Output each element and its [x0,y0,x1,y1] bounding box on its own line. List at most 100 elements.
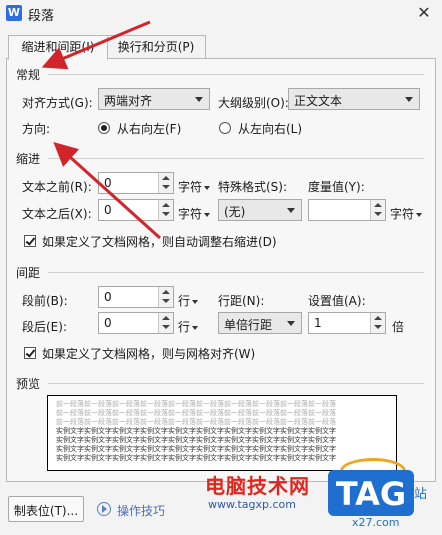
space-after-label: 段后(E): [22,320,67,334]
stepper-buttons[interactable] [370,200,385,220]
check-icon [25,347,36,358]
arrow-down-icon[interactable] [162,185,170,189]
arrow-up-icon[interactable] [162,316,170,320]
indent-after-label: 文本之后(X): [22,207,92,221]
ltr-label[interactable]: 从左向右(L) [238,120,302,137]
play-circle-icon[interactable] [97,502,111,516]
watermark-sub-text: x27.com [352,516,400,529]
check-icon [25,235,36,246]
rtl-radio[interactable] [98,122,110,134]
indent-after-value: 0 [104,203,112,217]
indent-before-value: 0 [104,176,112,190]
divider [48,74,424,75]
preview-sample-line: 实例文字实例文字实例文字实例文字实例文字实例文字实例文字实例文字实例文字实例文字 [56,454,336,462]
space-before-stepper[interactable]: 0 [98,286,174,308]
divider [48,158,424,159]
unit-text: 行 [178,294,191,308]
stepper-buttons[interactable] [158,287,173,307]
outline-select[interactable]: 正文文本 [288,88,420,110]
indent-after-stepper[interactable]: 0 [98,199,174,221]
title-bar [0,0,442,26]
arrow-up-icon[interactable] [162,176,170,180]
space-before-unit[interactable]: 行 [178,292,199,309]
tabs-button[interactable]: 制表位(T)... [8,496,84,522]
unit-text: 字符 [178,207,203,221]
snap-grid-checkbox[interactable] [24,347,36,359]
caret-down-icon [192,299,199,304]
space-after-unit[interactable]: 行 [178,318,199,335]
measure-label: 度量值(Y): [308,180,365,194]
indent-before-label: 文本之前(R): [22,180,92,194]
arrow-up-icon[interactable] [374,316,382,320]
chevron-down-icon [195,97,203,102]
unit-text: 行 [178,320,191,334]
watermark-title: 电脑技术网 [205,474,310,498]
arrow-down-icon[interactable] [162,299,170,303]
tabs-button-label: 制表位(T)... [13,504,79,518]
unit-text: 字符 [178,180,203,194]
ltr-radio[interactable] [219,122,231,134]
arrow-up-icon[interactable] [162,290,170,294]
watermark-tag-text: TAG [335,475,407,513]
dialog-title: 段落 [28,9,55,24]
close-button[interactable]: ✕ [412,2,436,24]
tab-line-page-breaks[interactable]: 换行和分页(P) [106,35,206,59]
auto-adjust-label[interactable]: 如果定义了文档网格，则自动调整右缩进(D) [42,233,277,250]
chevron-down-icon [287,208,295,213]
caret-down-icon [204,212,211,217]
setting-value-unit: 倍 [392,320,405,334]
rtl-label[interactable]: 从右向左(F) [117,120,181,137]
arrow-down-icon[interactable] [162,212,170,216]
arrow-up-icon[interactable] [162,203,170,207]
auto-adjust-checkbox[interactable] [24,235,36,247]
arrow-up-icon[interactable] [374,203,382,207]
section-indent-title: 缩进 [16,152,41,166]
setting-value-label: 设置值(A): [308,294,366,308]
align-select[interactable]: 两端对齐 [98,88,210,110]
stepper-buttons[interactable] [158,200,173,220]
measure-stepper[interactable] [308,199,386,221]
line-spacing-value: 单倍行距 [224,318,273,332]
setting-value: 1 [314,316,322,330]
stepper-buttons[interactable] [158,173,173,193]
special-format-select[interactable]: (无) [218,199,302,221]
section-preview-title: 预览 [16,377,41,391]
special-format-value: (无) [224,205,246,219]
snap-grid-label[interactable]: 如果定义了文档网格，则与网格对齐(W) [42,345,255,362]
tab-indent-spacing[interactable]: 缩进和间距(I) [8,35,108,60]
chevron-down-icon [287,321,295,326]
measure-unit[interactable]: 字符 [390,205,423,222]
caret-down-icon [416,212,423,217]
arrow-down-icon[interactable] [162,325,170,329]
section-spacing-title: 间距 [16,266,41,280]
direction-label: 方向: [22,122,51,136]
divider [48,272,424,273]
divider [48,383,424,384]
unit-text: 字符 [390,207,415,221]
outline-value: 正文文本 [294,94,343,108]
stepper-buttons[interactable] [158,313,173,333]
arrow-down-icon[interactable] [374,325,382,329]
line-spacing-select[interactable]: 单倍行距 [218,312,302,334]
indent-before-stepper[interactable]: 0 [98,172,174,194]
preview-box: 前一段落前一段落前一段落前一段落前一段落前一段落前一段落前一段落前一段落前一段落… [47,395,397,471]
watermark-side-text: 站 [414,487,428,502]
indent-before-unit[interactable]: 字符 [178,178,211,195]
caret-down-icon [204,185,211,190]
align-label: 对齐方式(G): [22,96,93,110]
space-after-stepper[interactable]: 0 [98,312,174,334]
align-value: 两端对齐 [104,94,153,108]
section-general-title: 常规 [16,68,41,82]
space-before-label: 段前(B): [22,294,68,308]
line-spacing-label: 行距(N): [218,294,265,308]
watermark-tag-logo: TAG [328,470,414,516]
space-before-value: 0 [104,290,112,304]
setting-value-stepper[interactable]: 1 [308,312,386,334]
chevron-down-icon [405,97,413,102]
arrow-down-icon[interactable] [374,212,382,216]
watermark-url: www.tagxp.com [208,498,296,511]
outline-label: 大纲级别(O): [218,96,289,110]
stepper-buttons[interactable] [370,313,385,333]
indent-after-unit[interactable]: 字符 [178,205,211,222]
tips-link[interactable]: 操作技巧 [117,502,165,519]
